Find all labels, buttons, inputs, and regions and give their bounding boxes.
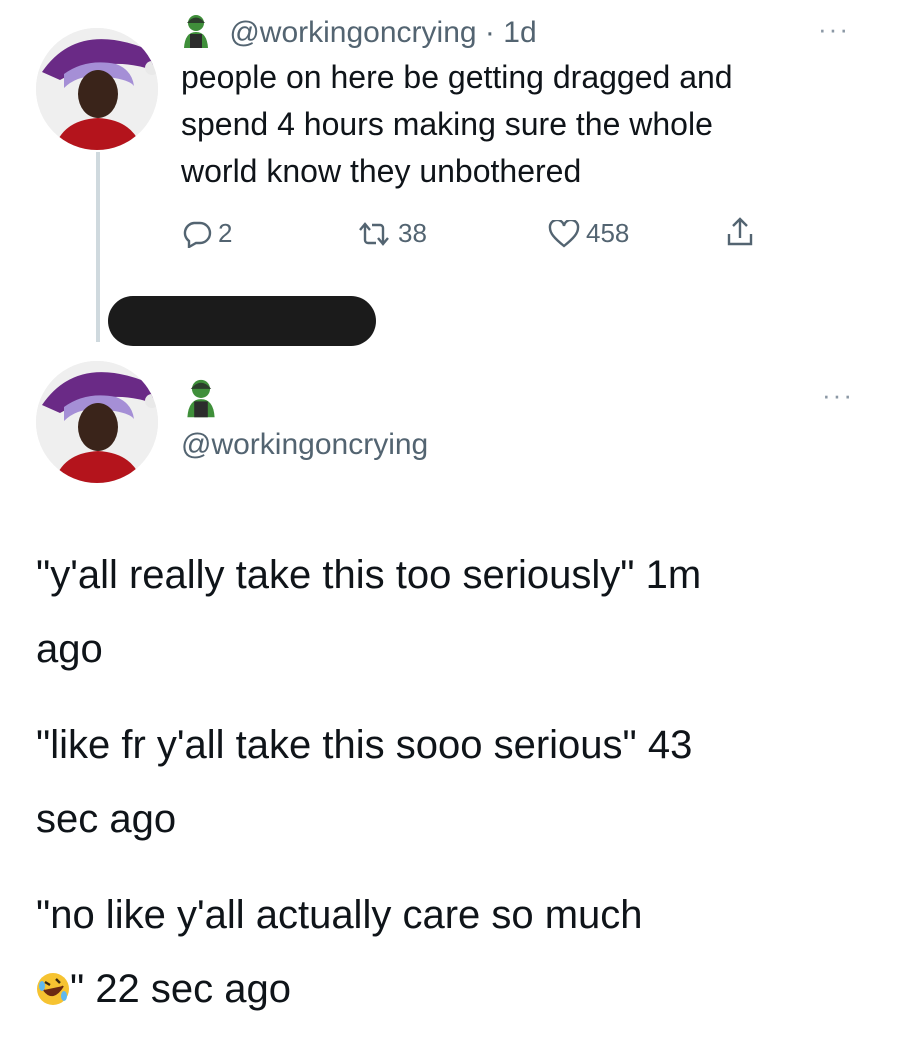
share-button[interactable] xyxy=(725,216,755,248)
retweet-button[interactable]: 38 xyxy=(356,218,427,249)
heart-icon xyxy=(548,219,580,248)
avatar[interactable] xyxy=(36,361,158,483)
quote-line: "no like y'all actually care so much xyxy=(36,893,643,937)
reply-count: 2 xyxy=(218,218,233,248)
tweet-header: @workingoncrying · 1d xyxy=(181,14,537,56)
rolling-laughing-emoji-icon xyxy=(36,956,70,1005)
share-icon xyxy=(727,217,753,246)
more-options-icon[interactable]: ··· xyxy=(822,380,854,411)
quote-line: " 22 sec ago xyxy=(36,952,886,1026)
tweet-text-line: spend 4 hours making sure the whole xyxy=(181,106,713,142)
reply-icon xyxy=(183,221,212,248)
tweet-text-line: world know they unbothered xyxy=(181,153,582,189)
zombie-emoji-icon xyxy=(184,378,218,423)
quote-line: "y'all really take this too seriously" 1… xyxy=(36,553,702,597)
quote-block: "like fr y'all take this sooo serious" 4… xyxy=(36,708,886,856)
quote-line: ago xyxy=(36,627,103,671)
quote-line: sec ago xyxy=(36,797,177,841)
quote-block: "y'all really take this too seriously" 1… xyxy=(36,538,886,686)
like-count: 458 xyxy=(586,218,630,248)
tweet-handle[interactable]: @workingoncrying xyxy=(229,16,476,49)
tweet-time[interactable]: 1d xyxy=(503,16,536,49)
more-options-icon[interactable]: ··· xyxy=(818,14,850,45)
retweet-count: 38 xyxy=(398,218,427,248)
redacted-bar xyxy=(108,296,376,346)
like-button[interactable]: 458 xyxy=(548,218,629,249)
thread-line xyxy=(96,152,100,342)
quote-line-text: " 22 sec ago xyxy=(70,967,292,1011)
reply-handle[interactable]: @workingoncrying xyxy=(181,428,428,462)
reply-button[interactable]: 2 xyxy=(182,218,232,249)
zombie-emoji-icon xyxy=(181,14,211,56)
dot-separator: · xyxy=(484,16,495,49)
tweet-body: people on here be getting dragged and sp… xyxy=(181,54,861,195)
avatar[interactable] xyxy=(36,28,158,150)
quote-block: "no like y'all actually care so much " 2… xyxy=(36,878,886,1026)
tweet-text-line: people on here be getting dragged and xyxy=(181,59,733,95)
quote-line: "like fr y'all take this sooo serious" 4… xyxy=(36,723,693,767)
retweet-icon xyxy=(359,221,389,246)
